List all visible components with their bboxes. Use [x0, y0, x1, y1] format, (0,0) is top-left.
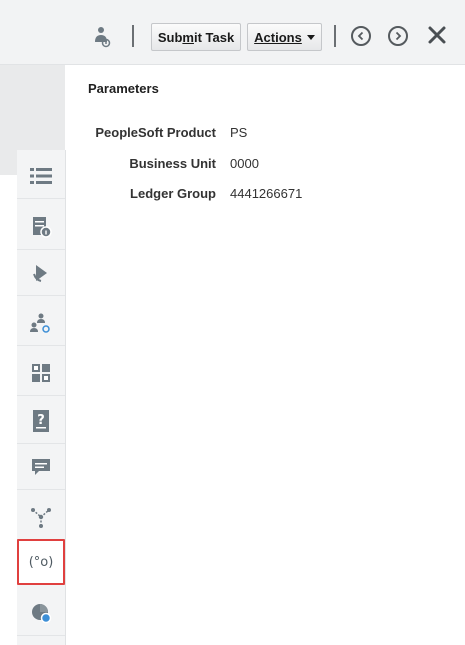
grid-icon	[32, 363, 50, 382]
sidebar-item-details[interactable]	[17, 204, 65, 250]
actions-label: Actions	[254, 29, 302, 45]
parameter-row: Business Unit 0000	[70, 156, 450, 174]
parameter-label: PeopleSoft Product	[95, 125, 216, 140]
parameter-label: Ledger Group	[130, 186, 216, 201]
sidebar-item-questions[interactable]: ?	[17, 398, 65, 444]
sidebar-item-workflow[interactable]	[17, 494, 65, 540]
sidebar-item-list[interactable]	[17, 153, 65, 199]
hierarchy-icon	[31, 507, 51, 528]
actions-menu-button[interactable]: Actions	[247, 23, 322, 51]
parameter-value: 4441266671	[230, 186, 303, 201]
sidebar-item-layout[interactable]	[17, 350, 65, 396]
chart-icon	[32, 603, 52, 623]
users-settings-icon	[30, 313, 50, 333]
toolbar-separator	[132, 25, 134, 47]
bell-icon	[33, 264, 47, 282]
parameter-row: PeopleSoft Product PS	[70, 125, 450, 143]
sidebar-item-reports[interactable]	[17, 590, 65, 636]
sidebar-item-alerts[interactable]	[17, 250, 65, 296]
previous-button[interactable]	[351, 26, 371, 46]
comment-icon	[32, 458, 50, 475]
parameter-value: 0000	[230, 156, 259, 171]
submit-label-accesskey: m	[182, 29, 194, 45]
submit-label-part: it Task	[193, 29, 235, 45]
list-icon	[30, 167, 52, 184]
submit-task-button[interactable]: Sub m it Task	[151, 23, 241, 51]
help-document-icon: ?	[33, 409, 49, 432]
parameter-label: Business Unit	[129, 156, 216, 171]
svg-text:?: ?	[37, 413, 45, 428]
sidebar-item-parameters[interactable]: (°o)	[17, 539, 65, 585]
chevron-left-icon	[357, 31, 364, 41]
parameters-icon: (°o)	[28, 554, 54, 570]
sidebar-item-assignees[interactable]	[17, 300, 65, 346]
parameter-row: Ledger Group 4441266671	[70, 186, 450, 204]
chevron-right-icon	[395, 31, 402, 41]
parameter-value: PS	[230, 125, 248, 140]
document-info-icon	[33, 216, 52, 238]
page-title: Parameters	[88, 81, 159, 96]
close-icon[interactable]	[426, 24, 448, 46]
sidebar-item-comments[interactable]	[17, 444, 65, 490]
user-settings-icon[interactable]	[93, 26, 111, 48]
caret-down-icon	[306, 34, 315, 40]
toolbar: Sub m it Task Actions	[0, 0, 465, 65]
next-button[interactable]	[388, 26, 408, 46]
toolbar-separator	[334, 25, 336, 47]
submit-label-part: Sub	[157, 29, 183, 45]
